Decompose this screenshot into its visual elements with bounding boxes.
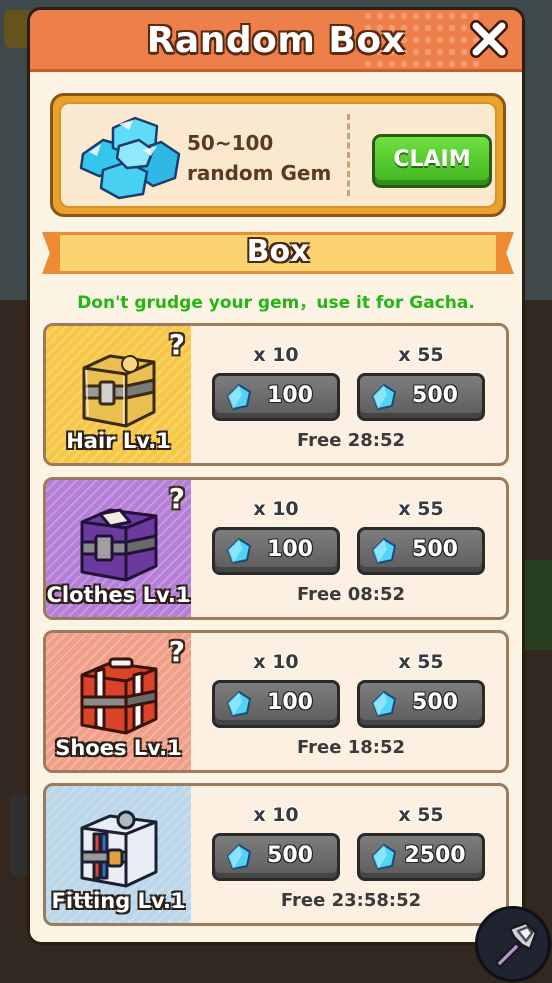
close-button[interactable] [466,16,512,62]
gem-icon [226,537,252,565]
gem-icon [371,843,397,871]
gem-offer-label: random Gem [187,161,332,185]
price-value: 500 [412,537,458,562]
buy-x10-button[interactable]: 100 [212,373,340,421]
box-thumb-clothes[interactable]: ? Clothes Lv.1 [46,480,191,617]
modal-header: Random Box [30,10,522,72]
gem-pile-icon [79,116,181,200]
modal-title: Random Box [146,20,406,61]
qty-label: x 55 [398,651,444,673]
hammer-button[interactable] [475,906,551,982]
gem-icon [371,690,397,718]
qty-label: x 10 [253,344,299,366]
box-thumb-shoes[interactable]: ? Shoes Lv.1 [46,633,191,770]
price-value: 100 [267,383,313,408]
box-label: Shoes Lv.1 [55,736,182,760]
free-timer: Free 28:52 [297,430,405,451]
gem-icon [226,690,252,718]
buy-x10-button[interactable]: 100 [212,680,340,728]
buy-x10-button[interactable]: 100 [212,527,340,575]
qty-label: x 10 [253,498,299,520]
qty-label: x 55 [398,804,444,826]
close-x-icon [470,20,508,58]
box-label: Clothes Lv.1 [46,583,191,607]
buy-x55-button[interactable]: 500 [357,527,485,575]
fitting-chest-icon [80,810,158,888]
gem-offer-amount: 50~100 [187,131,274,155]
price-value: 500 [267,843,313,868]
box-row-shoes: ? Shoes Lv.1 x 10 x 55 100 500 Free 18:5… [43,630,509,773]
shoes-chest-icon [80,657,158,735]
free-timer: Free 23:58:52 [280,890,422,911]
mystery-badge: ? [168,328,185,361]
hair-chest-icon [82,354,156,428]
free-timer: Free 08:52 [297,584,405,605]
random-box-modal: Random Box 50~100 random Gem CLAIM Box D… [27,7,525,945]
section-title: Box [246,234,310,269]
gem-offer-text: 50~100 random Gem [187,128,331,188]
gem-icon [226,843,252,871]
buy-x10-button[interactable]: 500 [212,833,340,881]
price-value: 500 [412,690,458,715]
clothes-chest-icon [80,508,158,582]
qty-label: x 55 [398,498,444,520]
price-value: 100 [267,690,313,715]
banner-divider [347,114,350,196]
claim-button[interactable]: CLAIM [372,134,492,188]
mystery-badge: ? [168,635,185,668]
buy-x55-button[interactable]: 500 [357,373,485,421]
mystery-badge: ? [168,482,185,515]
box-row-fitting: ? Fitting Lv.1 x 10 x 55 500 2500 Free 2… [43,783,509,926]
buy-x55-button[interactable]: 500 [357,680,485,728]
buy-x55-button[interactable]: 2500 [357,833,485,881]
gem-icon [371,537,397,565]
qty-label: x 10 [253,804,299,826]
gem-icon [226,383,252,411]
qty-label: x 10 [253,651,299,673]
gem-icon [371,383,397,411]
price-value: 100 [267,537,313,562]
section-tagline: Don't grudge your gem，use it for Gacha. [77,293,475,313]
box-section-ribbon: Box [42,232,514,274]
box-thumb-hair[interactable]: ? Hair Lv.1 [46,326,191,463]
gem-offer-banner: 50~100 random Gem CLAIM [50,93,506,217]
price-value: 2500 [404,843,466,868]
box-label: Fitting Lv.1 [51,889,186,913]
box-row-hair: ? Hair Lv.1 x 10 x 55 100 500 Free 28:52 [43,323,509,466]
hammer-icon [494,921,538,969]
box-thumb-fitting[interactable]: ? Fitting Lv.1 [46,786,191,923]
box-row-clothes: ? Clothes Lv.1 x 10 x 55 100 500 Free 08… [43,477,509,620]
qty-label: x 55 [398,344,444,366]
price-value: 500 [412,383,458,408]
box-label: Hair Lv.1 [66,429,171,453]
background-side-strip [522,560,552,650]
free-timer: Free 18:52 [297,737,405,758]
